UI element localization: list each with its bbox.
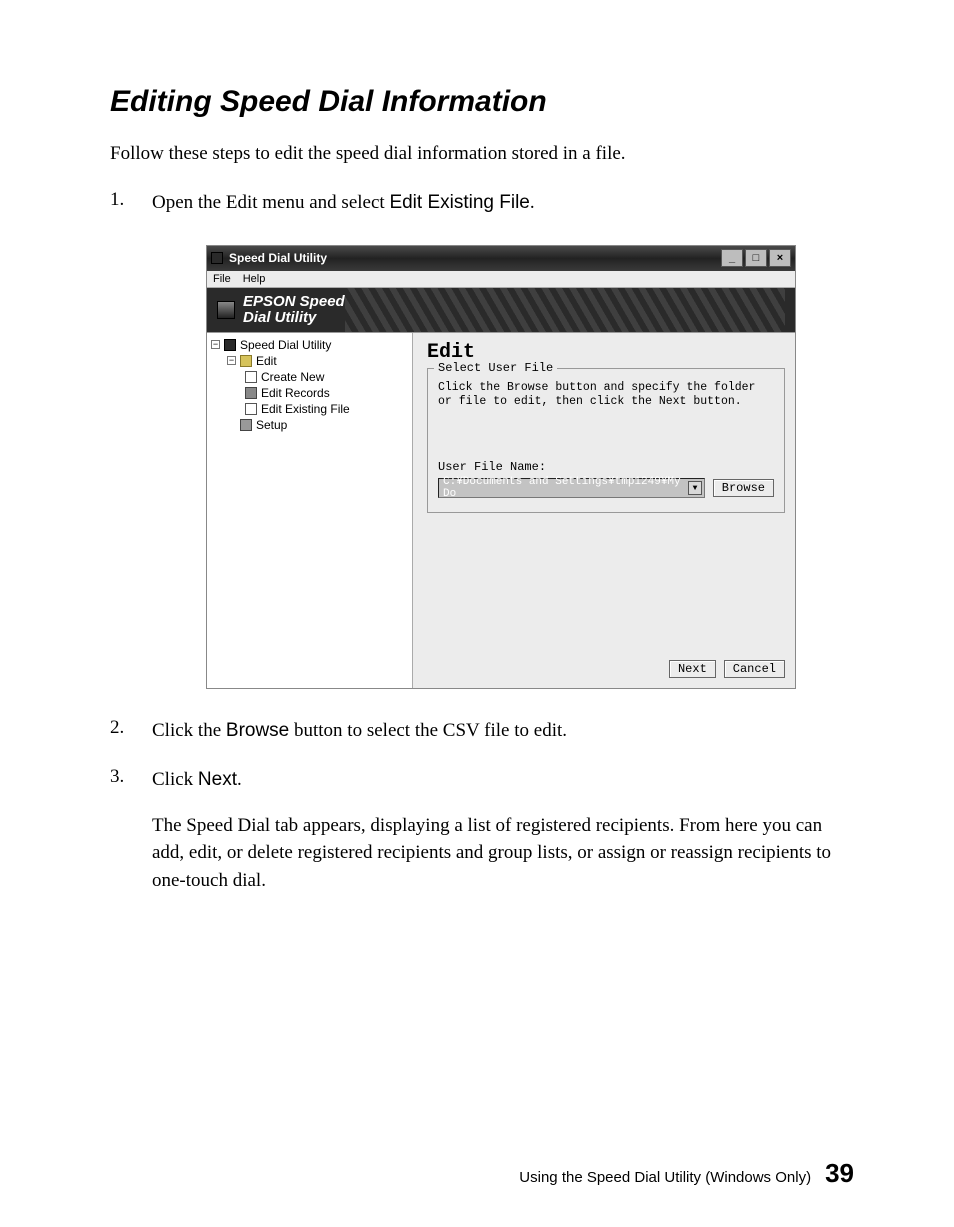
- titlebar: Speed Dial Utility _ □ ×: [207, 246, 795, 271]
- page-footer: Using the Speed Dial Utility (Windows On…: [110, 1158, 854, 1189]
- tree-edit-existing[interactable]: Edit Existing File: [211, 401, 412, 417]
- next-button[interactable]: Next: [669, 660, 716, 678]
- step-1-text-c: .: [530, 192, 535, 213]
- footer-text: Using the Speed Dial Utility (Windows On…: [519, 1169, 811, 1186]
- menu-file[interactable]: File: [213, 273, 231, 285]
- banner-logo-icon: [217, 301, 235, 319]
- intro-text: Follow these steps to edit the speed dia…: [110, 143, 854, 165]
- file-path-value: C:¥Documents and Settings¥tmp1249¥My Do: [443, 476, 688, 500]
- tree-existing-label: Edit Existing File: [261, 402, 350, 416]
- setup-icon: [240, 419, 252, 431]
- dropdown-arrow-icon[interactable]: ▼: [688, 481, 701, 495]
- app-icon: [224, 339, 236, 351]
- select-user-file-group: Select User File Click the Browse button…: [427, 368, 785, 514]
- step-number: 3.: [110, 766, 152, 894]
- browse-button[interactable]: Browse: [713, 479, 774, 497]
- tree-setup[interactable]: Setup: [211, 417, 412, 433]
- cancel-button[interactable]: Cancel: [724, 660, 785, 678]
- step-3-paragraph: The Speed Dial tab appears, displaying a…: [152, 812, 854, 895]
- page-heading: Editing Speed Dial Information: [110, 85, 854, 119]
- tree-create-label: Create New: [261, 370, 324, 384]
- user-file-name-label: User File Name:: [438, 460, 774, 474]
- app-window: Speed Dial Utility _ □ × File Help EPSON…: [206, 245, 796, 689]
- step-3-command: Next: [198, 769, 237, 790]
- collapse-icon[interactable]: −: [227, 356, 236, 365]
- instruction-text: Click the Browse button and specify the …: [438, 381, 774, 411]
- nav-tree: − Speed Dial Utility − Edit Create New E…: [207, 333, 413, 688]
- window-title: Speed Dial Utility: [229, 251, 327, 265]
- close-button[interactable]: ×: [769, 249, 791, 267]
- step-1: 1. Open the Edit menu and select Edit Ex…: [110, 189, 854, 217]
- page-icon: [245, 371, 257, 383]
- step-2-text-a: Click the: [152, 720, 226, 741]
- tree-root[interactable]: − Speed Dial Utility: [211, 337, 412, 353]
- step-3-text-a: Click: [152, 769, 198, 790]
- step-1-command: Edit Existing File: [389, 192, 529, 213]
- content-pane: Edit Select User File Click the Browse b…: [413, 333, 795, 688]
- step-2-text-c: button to select the CSV file to edit.: [289, 720, 567, 741]
- tree-edit-records[interactable]: Edit Records: [211, 385, 412, 401]
- menu-bar: File Help: [207, 271, 795, 288]
- menu-help[interactable]: Help: [243, 273, 266, 285]
- maximize-button[interactable]: □: [745, 249, 767, 267]
- banner-line-2: Dial Utility: [243, 309, 316, 326]
- step-1-text-a: Open the Edit menu and select: [152, 192, 389, 213]
- banner-decoration: [345, 288, 785, 332]
- collapse-icon[interactable]: −: [211, 340, 220, 349]
- user-file-input[interactable]: C:¥Documents and Settings¥tmp1249¥My Do …: [438, 478, 705, 498]
- app-banner: EPSON SpeedDial Utility: [207, 288, 795, 332]
- tree-edit-label: Edit: [256, 354, 277, 368]
- fieldset-legend: Select User File: [434, 361, 557, 375]
- step-2-command: Browse: [226, 720, 289, 741]
- tree-edit[interactable]: − Edit: [211, 353, 412, 369]
- step-number: 2.: [110, 717, 152, 745]
- step-3-text-c: .: [237, 769, 242, 790]
- minimize-button[interactable]: _: [721, 249, 743, 267]
- tools-icon: [245, 387, 257, 399]
- tree-create-new[interactable]: Create New: [211, 369, 412, 385]
- tree-setup-label: Setup: [256, 418, 287, 432]
- tree-root-label: Speed Dial Utility: [240, 338, 331, 352]
- page-number: 39: [825, 1158, 854, 1189]
- app-icon: [211, 252, 223, 264]
- tree-records-label: Edit Records: [261, 386, 330, 400]
- banner-line-1: EPSON Speed: [243, 293, 345, 310]
- folder-icon: [240, 355, 252, 367]
- step-3: 3. Click Next. The Speed Dial tab appear…: [110, 766, 854, 894]
- step-2: 2. Click the Browse button to select the…: [110, 717, 854, 745]
- step-number: 1.: [110, 189, 152, 217]
- file-icon: [245, 403, 257, 415]
